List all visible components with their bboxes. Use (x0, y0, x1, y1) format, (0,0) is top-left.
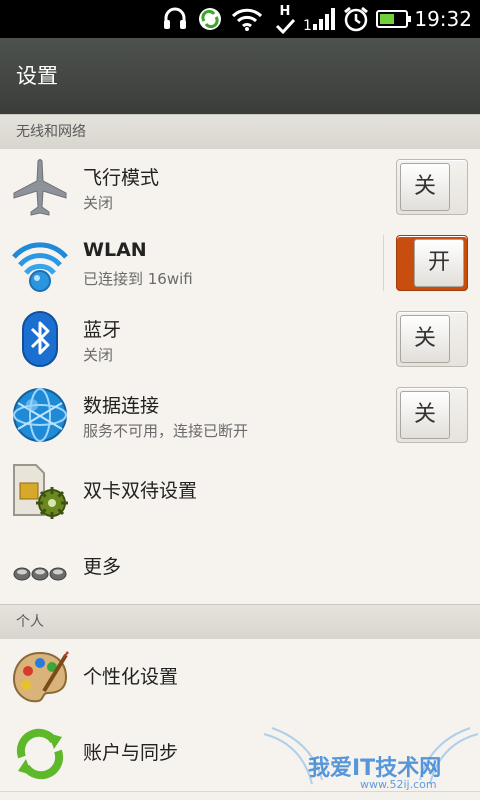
settings-row-dual-sim[interactable]: 双卡双待设置 (0, 453, 480, 530)
settings-row-wlan[interactable]: WLAN 已连接到 16wifi 开 (0, 225, 480, 302)
row-subtitle: 关闭 (83, 194, 114, 212)
status-time: 19:32 (414, 7, 472, 31)
svg-text:1: 1 (303, 18, 312, 32)
row-title: 更多 (83, 556, 122, 578)
page-title: 设置 (16, 64, 58, 88)
wifi-icon (230, 0, 264, 38)
airplane-toggle[interactable]: 关 (396, 159, 468, 215)
headset-icon (160, 0, 190, 38)
bluetooth-icon (10, 309, 70, 369)
airplane-icon (10, 157, 70, 217)
battery-icon (376, 0, 412, 38)
data-connection-toggle[interactable]: 关 (396, 387, 468, 443)
more-dots-icon (10, 537, 70, 597)
row-title: 双卡双待设置 (83, 480, 198, 502)
sync-arrows-icon (10, 723, 70, 783)
section-label: 无线和网络 (16, 124, 86, 140)
h-data-icon: H (270, 0, 300, 38)
toggle-knob: 关 (400, 391, 450, 439)
toggle-knob: 关 (400, 163, 450, 211)
section-header-wireless: 无线和网络 (0, 114, 480, 150)
settings-row-personalize[interactable]: 个性化设置 (0, 639, 480, 716)
row-title: 飞行模式 (83, 167, 160, 189)
toggle-knob: 关 (400, 315, 450, 363)
settings-row-bluetooth[interactable]: 蓝牙 关闭 关 (0, 301, 480, 378)
row-title: WLAN (83, 239, 147, 261)
settings-row-airplane[interactable]: 飞行模式 关闭 关 (0, 149, 480, 226)
row-title: 个性化设置 (83, 666, 179, 688)
sync-icon (195, 0, 225, 38)
palette-icon (10, 647, 70, 707)
signal-type-label: H (279, 3, 291, 19)
sim-card-gear-icon (10, 461, 70, 521)
wlan-toggle[interactable]: 开 (396, 235, 468, 291)
status-bar: H 1 19:32 (0, 0, 480, 38)
row-divider (383, 235, 384, 291)
wlan-icon (10, 233, 70, 293)
settings-row-accounts-sync[interactable]: 账户与同步 (0, 715, 480, 792)
section-header-personal: 个人 (0, 604, 480, 640)
row-subtitle: 服务不可用，连接已断开 (83, 422, 249, 440)
globe-icon (10, 385, 70, 445)
bluetooth-toggle[interactable]: 关 (396, 311, 468, 367)
toggle-knob: 开 (414, 239, 464, 287)
row-title: 账户与同步 (83, 742, 179, 764)
section-label: 个人 (16, 614, 44, 630)
row-title: 蓝牙 (83, 319, 122, 341)
signal-icon: 1 (302, 0, 338, 38)
settings-row-data-connection[interactable]: 数据连接 服务不可用，连接已断开 关 (0, 377, 480, 454)
row-title: 数据连接 (83, 395, 160, 417)
alarm-icon (340, 0, 372, 38)
title-bar: 设置 (0, 38, 480, 115)
settings-row-more[interactable]: 更多 (0, 529, 480, 606)
row-subtitle: 关闭 (83, 346, 114, 364)
row-subtitle: 已连接到 16wifi (83, 270, 193, 288)
